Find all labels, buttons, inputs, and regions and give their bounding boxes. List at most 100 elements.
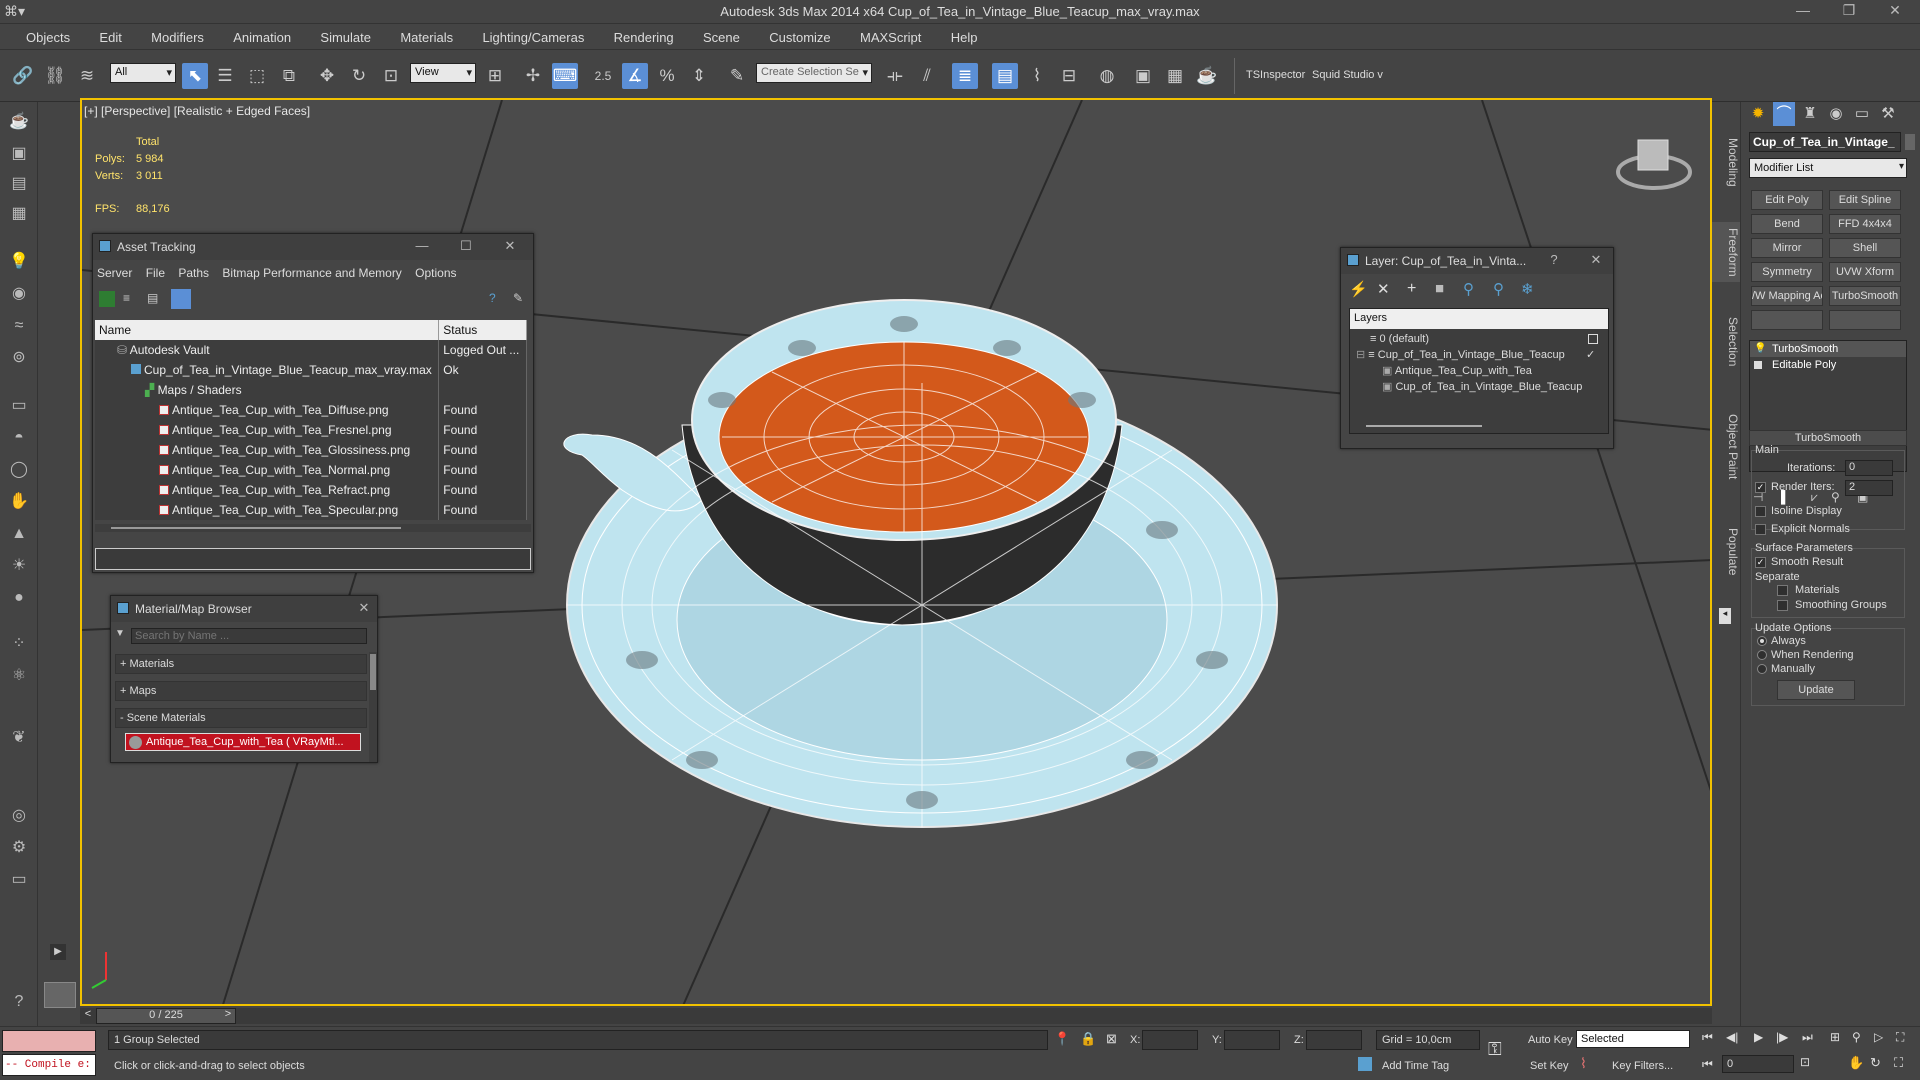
minimize-icon[interactable]: — [1788,2,1818,22]
zoom-extents-icon[interactable]: ⊞ [1830,1030,1840,1044]
uvw-mapping-button[interactable]: /W Mapping Ac [1751,286,1823,306]
help-icon[interactable]: ? [6,990,32,1014]
column-name-header[interactable]: Name [95,320,440,340]
separate-materials-checkbox[interactable] [1777,585,1788,596]
wave-icon[interactable]: ≈ [6,314,32,338]
menu-options[interactable]: Options [415,266,456,280]
menu-server[interactable]: Server [97,266,132,280]
named-selection-set-dropdown[interactable]: Create Selection Se [756,63,872,83]
asset-table-scrollbar[interactable] [95,524,531,532]
next-frame-icon[interactable]: |▶ [1776,1030,1788,1044]
empty-modifier-button[interactable] [1829,310,1901,330]
keyboard-shortcut-icon[interactable]: ⌨ [552,63,578,89]
list-icon[interactable]: ▤ [6,172,32,196]
create-layer-icon[interactable]: ⚡ [1349,280,1368,298]
edit-spline-button[interactable]: Edit Spline [1829,190,1901,210]
absolute-mode-icon[interactable]: ⊠ [1106,1031,1117,1047]
menu-file[interactable]: File [146,266,165,280]
monitor-icon[interactable]: ▭ [6,868,32,892]
sphere-shaded-icon[interactable]: ● [6,586,32,610]
render-frame-icon[interactable]: ▦ [1162,63,1188,89]
close-icon[interactable]: ✕ [1880,2,1910,22]
ribbon-toggle-icon[interactable]: ◂ [1719,608,1731,624]
menu-help[interactable]: Help [938,24,991,45]
layer-row-default[interactable]: ≡ 0 (default) [1352,331,1612,347]
pan-icon[interactable]: ✋ [1848,1055,1864,1071]
rotate-icon[interactable]: ↻ [346,63,372,89]
close-icon[interactable]: ✕ [499,238,521,256]
menu-customize[interactable]: Customize [756,24,843,45]
field-of-view-icon[interactable]: ▷ [1874,1030,1883,1044]
lock-icon[interactable]: 🔒 [1080,1031,1096,1047]
smooth-result-checkbox[interactable]: ✓ [1755,557,1766,568]
active-layer-check-icon[interactable]: ✓ [1586,347,1595,363]
viewport-label[interactable]: [+] [Perspective] [Realistic + Edged Fac… [84,104,310,118]
time-tag-icon[interactable] [1358,1057,1372,1071]
column-status-header[interactable]: Status [438,320,527,340]
shell-button[interactable]: Shell [1829,238,1901,258]
menu-materials[interactable]: Materials [387,24,466,45]
box-icon[interactable]: ▭ [6,394,32,418]
empty-modifier-button[interactable] [1751,310,1823,330]
grid-icon[interactable]: ▦ [6,202,32,226]
graphite-ribbon-icon[interactable]: ▤ [992,63,1018,89]
tool-icon[interactable]: ⚙ [6,836,32,860]
x-coord-field[interactable] [1142,1030,1198,1050]
prev-frame-icon[interactable]: ◀| [1726,1030,1738,1044]
menu-bitmap-performance[interactable]: Bitmap Performance and Memory [222,266,401,280]
symmetry-button[interactable]: Symmetry [1751,262,1823,282]
curve-editor-icon[interactable]: ⌇ [1024,63,1050,89]
goto-end-icon[interactable]: ⏭ [1802,1030,1813,1045]
help-icon[interactable]: ? [489,291,505,307]
display-tab-icon[interactable]: ▭ [1851,102,1873,126]
uvw-xform-button[interactable]: UVW Xform [1829,262,1901,282]
molecule-icon[interactable]: ⚛ [6,664,32,688]
hierarchy-tab-icon[interactable]: ♜ [1799,102,1821,126]
stack-item-turbosmooth[interactable]: 💡 TurboSmooth [1750,341,1906,357]
dots-icon[interactable]: ⁘ [6,632,32,656]
ffd-button[interactable]: FFD 4x4x4 [1829,214,1901,234]
refresh-icon[interactable] [99,291,115,307]
vault-icon[interactable]: ✎ [513,291,529,307]
asset-path-field[interactable] [95,548,531,570]
mini-viewport-icon[interactable] [44,982,76,1008]
detail-view-icon[interactable]: ▤ [147,291,163,307]
turbosmooth-button[interactable]: TurboSmooth [1829,286,1901,306]
menu-objects[interactable]: Objects [0,24,83,45]
menu-paths[interactable]: Paths [178,266,209,280]
update-always-radio[interactable] [1757,636,1767,646]
pivot-icon[interactable]: ⊞ [482,63,508,89]
isoline-checkbox[interactable] [1755,506,1766,517]
teapot-create-icon[interactable]: ☕ [6,110,32,134]
table-row[interactable]: Antique_Tea_Cup_with_Tea_Glossiness.png F… [95,440,527,460]
filter-arrow-icon[interactable]: ▼ [115,628,129,644]
material-browser-scrollbar[interactable] [369,652,377,762]
menu-animation[interactable]: Animation [220,24,304,45]
menu-edit[interactable]: Edit [86,24,134,45]
table-row[interactable]: Antique_Tea_Cup_with_Tea_Refract.png Foun… [95,480,527,500]
expand-icon[interactable] [1754,361,1762,369]
table-row[interactable]: ⛁ Autodesk Vault Logged Out ... [95,340,527,360]
tsinspector-button[interactable]: TSInspector [1246,69,1305,81]
play-icon[interactable]: ▶ [1754,1030,1763,1044]
orbit-icon[interactable]: ↻ [1870,1055,1881,1071]
cone-icon[interactable]: ▲ [6,522,32,546]
isolate-icon[interactable]: 📍 [1054,1031,1070,1047]
menu-rendering[interactable]: Rendering [601,24,687,45]
set-keys-icon[interactable]: ⌇ [1580,1055,1587,1072]
hand-icon[interactable]: ✋ [6,490,32,514]
bulb-icon[interactable]: 💡 [6,250,32,274]
select-by-name-icon[interactable]: ☰ [212,63,238,89]
current-layer-checkbox[interactable] [1588,334,1598,344]
render-icon[interactable]: ▣ [6,142,32,166]
menu-simulate[interactable]: Simulate [307,24,384,45]
scene-materials-category[interactable]: - Scene Materials [115,708,367,728]
time-prev-button[interactable]: < [82,1008,94,1024]
region-select-icon[interactable]: ⬚ [244,63,270,89]
set-key-button[interactable]: Set Key [1530,1060,1569,1072]
modifier-list-dropdown[interactable]: Modifier List [1749,158,1907,178]
menu-lighting-cameras[interactable]: Lighting/Cameras [469,24,597,45]
help-button[interactable]: ? [1543,252,1565,270]
list-view-icon[interactable]: ≡ [123,291,139,307]
unlink-icon[interactable]: ⛓ [42,63,68,89]
